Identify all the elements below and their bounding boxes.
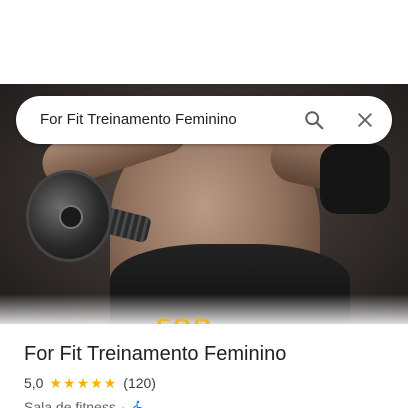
rating-row[interactable]: 5,0 ★ ★ ★ ★ ★ (120) bbox=[24, 374, 394, 392]
wheelchair-accessible-icon bbox=[131, 400, 145, 408]
star-icon: ★ bbox=[103, 375, 117, 391]
search-bar[interactable]: For Fit Treinamento Feminino bbox=[16, 96, 392, 144]
photo-dumbbell-plate bbox=[26, 170, 112, 262]
photo-glove bbox=[320, 144, 390, 214]
search-input[interactable]: For Fit Treinamento Feminino bbox=[40, 96, 237, 144]
star-icon: ★ bbox=[76, 375, 90, 391]
logo-peek-text: FOR bbox=[156, 314, 236, 324]
rating-stars: ★ ★ ★ ★ ★ bbox=[49, 376, 117, 390]
star-icon: ★ bbox=[63, 375, 76, 391]
category-row: Sala de fitness · bbox=[24, 398, 394, 408]
review-count[interactable]: (120) bbox=[123, 375, 156, 391]
star-icon: ★ bbox=[90, 375, 103, 391]
rating-value: 5,0 bbox=[24, 375, 44, 391]
close-icon[interactable] bbox=[349, 104, 381, 136]
place-category: Sala de fitness bbox=[24, 399, 116, 408]
place-title: For Fit Treinamento Feminino bbox=[24, 343, 287, 365]
star-icon: ★ bbox=[49, 375, 63, 391]
separator-dot: · bbox=[120, 399, 126, 408]
search-icon[interactable] bbox=[298, 104, 330, 136]
map-top-area bbox=[0, 0, 408, 84]
place-info-panel: For Fit Treinamento Feminino 5,0 ★ ★ ★ ★… bbox=[24, 340, 394, 408]
